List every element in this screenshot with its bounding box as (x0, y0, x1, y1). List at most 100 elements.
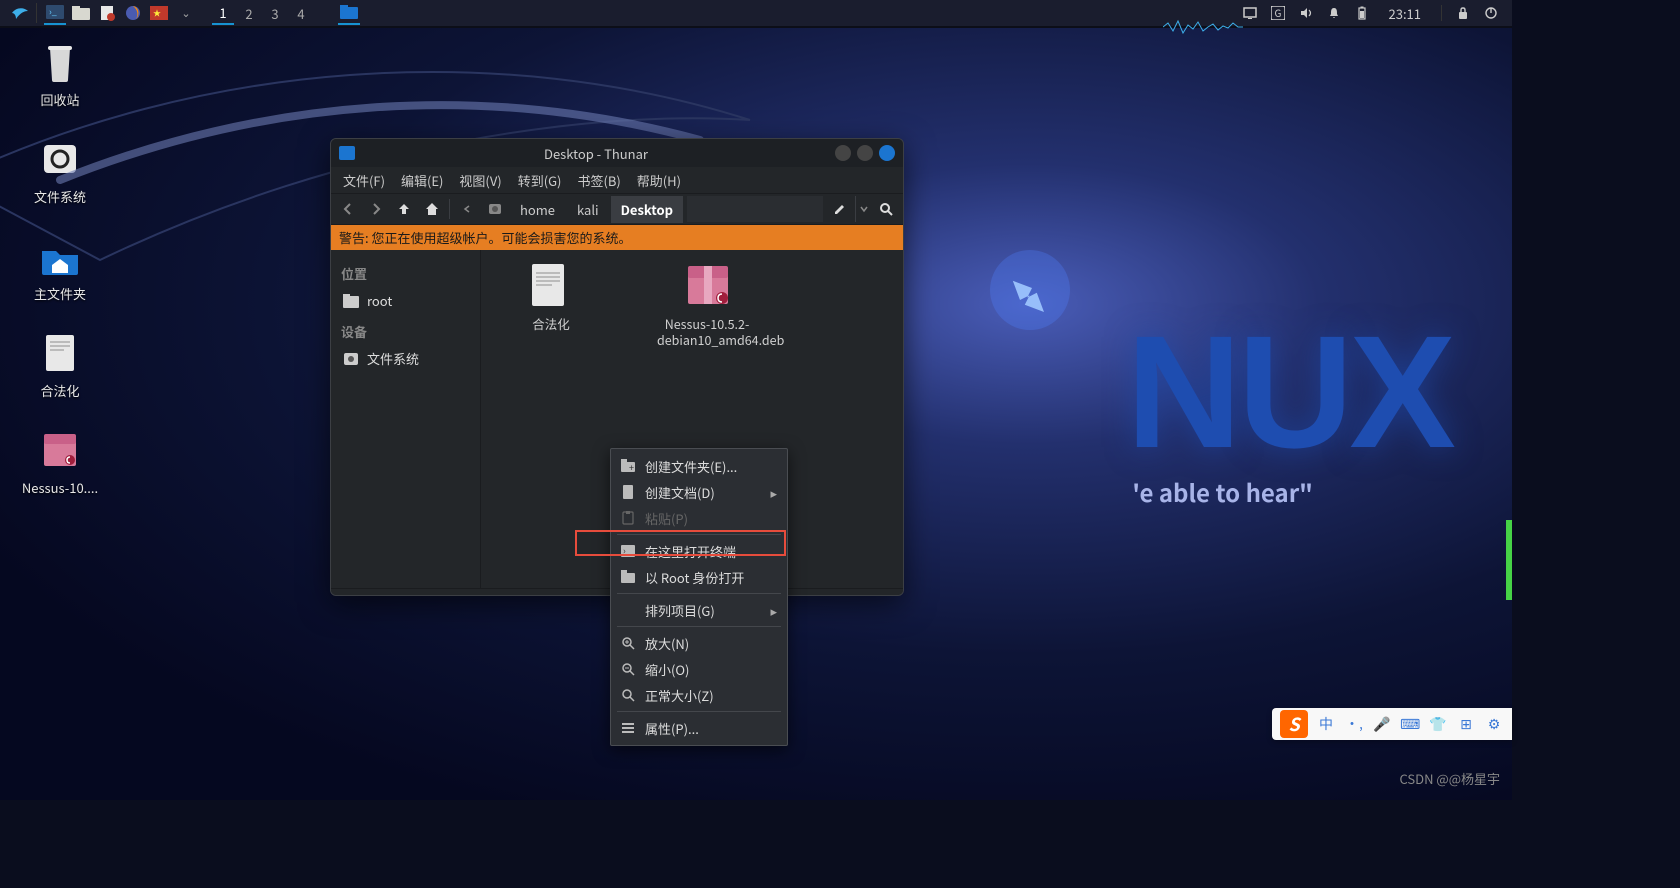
ime-settings-icon[interactable]: ⚙ (1484, 714, 1504, 734)
tray-power-icon[interactable] (1484, 6, 1498, 20)
crumb-kali[interactable]: kali (567, 196, 609, 223)
menu-item[interactable]: 放大(N) (611, 630, 787, 656)
window-maximize[interactable] (857, 145, 873, 161)
menu-item-label: 缩小(O) (645, 660, 689, 679)
clipboard-icon (621, 511, 635, 525)
menu-item-label: 粘贴(P) (645, 509, 688, 528)
nav-home[interactable] (419, 196, 445, 222)
desktop-deb[interactable]: Nessus-10.... (10, 428, 110, 497)
menu-separator (617, 626, 781, 627)
ime-punct[interactable]: •‚ (1344, 714, 1364, 734)
task-thunar-window[interactable] (338, 1, 360, 25)
menu-item[interactable]: +创建文件夹(E)... (611, 453, 787, 479)
crumb-home[interactable]: home (510, 196, 565, 223)
sidebar-root[interactable]: root (335, 287, 476, 314)
ime-keyboard-icon[interactable]: ⌨ (1400, 714, 1420, 734)
sogou-toolbar[interactable]: S 中 •‚ 🎤 ⌨ 👕 ⊞ ⚙ (1272, 708, 1512, 740)
ime-lang[interactable]: 中 (1316, 714, 1336, 734)
file-plus-icon (621, 485, 635, 499)
tray-g-icon[interactable]: G (1271, 6, 1285, 20)
audio-visualizer (1163, 19, 1243, 35)
menu-edit[interactable]: 编辑(E) (393, 167, 451, 194)
ime-tool-icon[interactable]: ⊞ (1456, 714, 1476, 734)
ime-voice-icon[interactable]: 🎤 (1372, 714, 1392, 734)
root-warning: 警告: 您正在使用超级帐户。可能会损害您的系统。 (331, 225, 903, 250)
desktop-filesystem[interactable]: 文件系统 (10, 137, 110, 206)
menu-view[interactable]: 视图(V) (451, 167, 509, 194)
zoom-out-icon (621, 662, 635, 676)
workspace-4[interactable]: 4 (290, 1, 312, 25)
wallpaper-text: NUX 'e able to hear" (1126, 300, 1452, 509)
menu-item[interactable]: 排列项目(G) (611, 597, 787, 623)
task-flag[interactable]: ★ (148, 1, 170, 25)
menu-item-label: 放大(N) (645, 634, 689, 653)
tray-volume-icon[interactable] (1299, 6, 1313, 20)
menu-go[interactable]: 转到(G) (510, 167, 570, 194)
ime-skin-icon[interactable]: 👕 (1428, 714, 1448, 734)
tray-battery-icon[interactable] (1355, 6, 1369, 20)
desktop-home[interactable]: 主文件夹 (10, 234, 110, 303)
tray-bell-icon[interactable] (1327, 6, 1341, 20)
file-label: 合法化 (501, 316, 601, 332)
workspace-2[interactable]: 2 (238, 1, 260, 25)
zoom-icon (621, 688, 635, 702)
sidebar-filesystem[interactable]: 文件系统 (335, 345, 476, 372)
menu-file[interactable]: 文件(F) (335, 167, 393, 194)
toolbar: home kali Desktop (331, 193, 903, 225)
task-files[interactable] (70, 1, 92, 25)
window-minimize[interactable] (835, 145, 851, 161)
nav-forward[interactable] (363, 196, 389, 222)
menu-bookmarks[interactable]: 书签(B) (569, 167, 628, 194)
tray-lock-icon[interactable] (1456, 6, 1470, 20)
top-panel: ›_ ★ ⌄ 1 2 3 4 G (0, 0, 1512, 28)
menu-item-label: 属性(P)... (645, 719, 699, 738)
notification-bar[interactable] (1506, 520, 1512, 600)
menu-separator (617, 534, 781, 535)
menu-item[interactable]: 创建文档(D) (611, 479, 787, 505)
workspace-1[interactable]: 1 (212, 1, 234, 25)
sogou-logo-icon[interactable]: S (1280, 710, 1308, 738)
nav-up[interactable] (391, 196, 417, 222)
menu-item[interactable]: 以 Root 身份打开 (611, 564, 787, 590)
crumb-disk-icon[interactable] (482, 196, 508, 222)
path-dropdown[interactable] (855, 196, 871, 222)
terminal-icon: ›_ (621, 544, 635, 558)
menu-item[interactable]: ›_在这里打开终端 (611, 538, 787, 564)
sidebar-places-head: 位置 (335, 260, 476, 287)
file-deb[interactable]: Nessus-10.5.2-debian10_amd64.deb (657, 262, 757, 349)
sidebar-item-label: 文件系统 (367, 349, 419, 368)
sidebar-item-label: root (367, 291, 392, 310)
task-firefox[interactable] (122, 1, 144, 25)
search-icon[interactable] (873, 196, 899, 222)
crumb-back-icon[interactable] (454, 196, 480, 222)
task-dropdown[interactable]: ⌄ (174, 3, 198, 23)
desktop-trash[interactable]: 回收站 (10, 40, 110, 109)
desktop-doc[interactable]: 合法化 (10, 331, 110, 400)
window-titlebar[interactable]: Desktop - Thunar (331, 139, 903, 167)
path-entry[interactable] (687, 196, 823, 222)
menu-item-label: 创建文档(D) (645, 483, 715, 502)
menu-separator (617, 711, 781, 712)
menu-separator (617, 593, 781, 594)
titlebar-folder-icon (339, 146, 355, 160)
svg-text:+: + (629, 461, 634, 473)
task-app[interactable] (96, 1, 118, 25)
tray-screen-icon[interactable] (1243, 6, 1257, 20)
nav-back[interactable] (335, 196, 361, 222)
menu-item[interactable]: 缩小(O) (611, 656, 787, 682)
workspace-3[interactable]: 3 (264, 1, 286, 25)
svg-text:›_: ›_ (49, 5, 57, 18)
sidebar-devices-head: 设备 (335, 318, 476, 345)
edit-path-icon[interactable] (827, 196, 853, 222)
menu-item-label: 排列项目(G) (645, 601, 715, 620)
crumb-desktop[interactable]: Desktop (611, 196, 683, 223)
kali-menu-icon[interactable] (8, 3, 32, 23)
window-close[interactable] (879, 145, 895, 161)
file-doc[interactable]: 合法化 (501, 262, 601, 332)
menu-item[interactable]: 正常大小(Z) (611, 682, 787, 708)
clock[interactable]: 23:11 (1389, 4, 1421, 23)
menu-item[interactable]: 属性(P)... (611, 715, 787, 741)
task-terminal[interactable]: ›_ (44, 1, 66, 25)
props-icon (621, 721, 635, 735)
menu-help[interactable]: 帮助(H) (629, 167, 689, 194)
